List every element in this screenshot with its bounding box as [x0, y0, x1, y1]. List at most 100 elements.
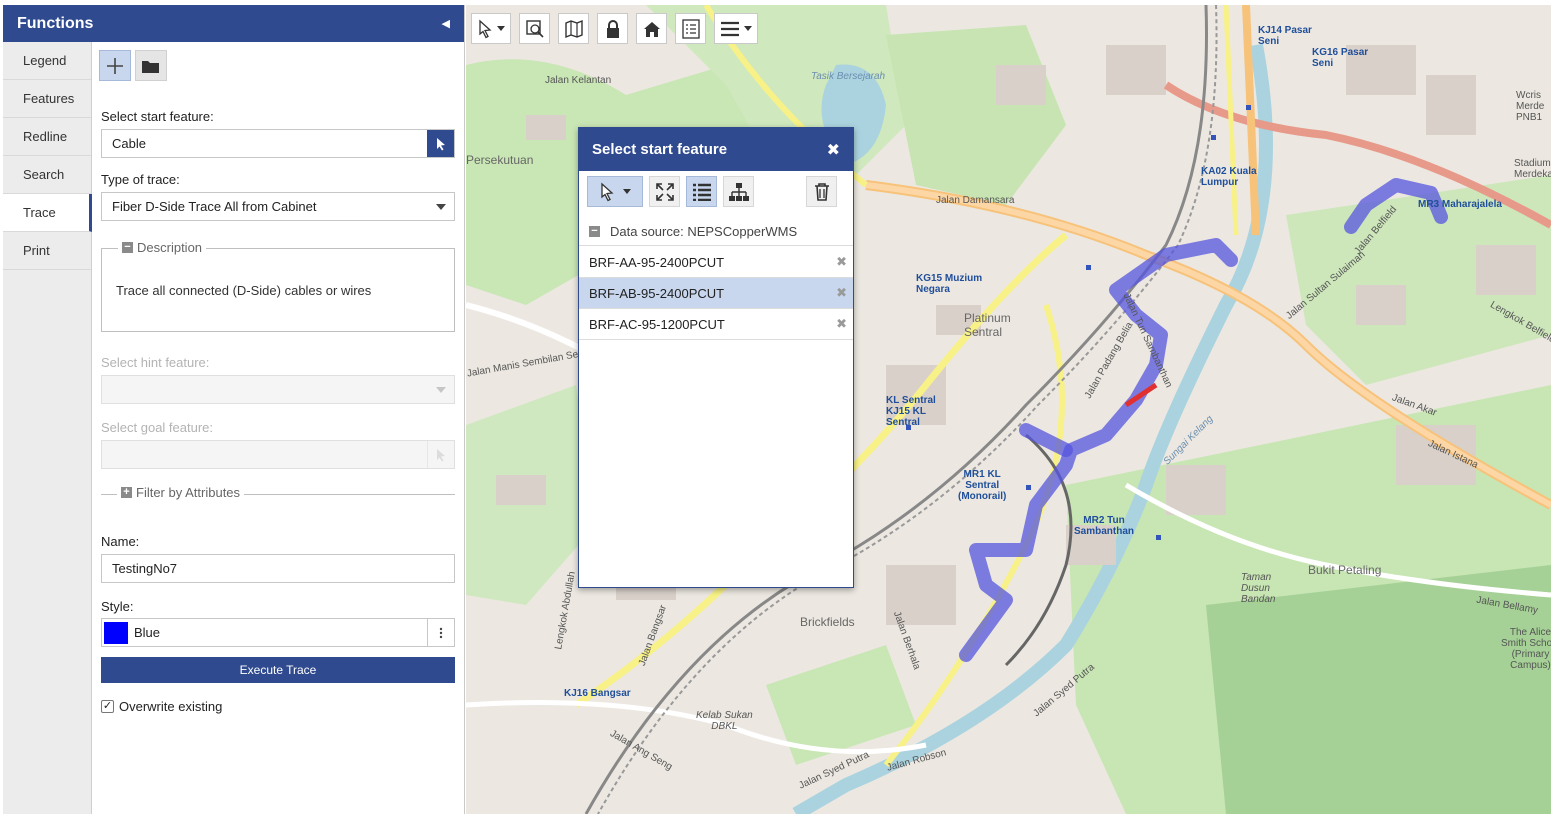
- hint-feature-input[interactable]: [101, 375, 455, 404]
- map-layers-button[interactable]: [558, 13, 589, 44]
- trash-icon: [814, 182, 829, 201]
- style-value: Blue: [134, 625, 161, 640]
- plus-icon: [107, 57, 123, 74]
- trace-type-select[interactable]: Fiber D-Side Trace All from Cabinet: [101, 192, 455, 221]
- map-label-menara: Wcris Merde PNB1: [1516, 90, 1545, 123]
- datasource-label: Data source: NEPSCopperWMS: [610, 224, 798, 239]
- tab-label: Search: [23, 167, 65, 182]
- hint-feature-dropdown[interactable]: [427, 376, 454, 403]
- collapse-panel-icon[interactable]: ◀: [442, 17, 450, 30]
- remove-result-icon[interactable]: ✖: [836, 285, 847, 301]
- collapse-square-icon: −: [589, 226, 600, 237]
- close-icon[interactable]: ✖: [827, 140, 840, 160]
- goal-feature-input[interactable]: [101, 440, 455, 469]
- functions-header: Functions ◀: [3, 5, 464, 42]
- legend-list-button[interactable]: [675, 13, 706, 44]
- dialog-title: Select start feature: [592, 141, 728, 158]
- tab-legend[interactable]: Legend: [3, 42, 91, 80]
- menu-button[interactable]: [714, 13, 758, 44]
- expand-icon: [655, 182, 674, 201]
- tab-search[interactable]: Search: [3, 156, 91, 194]
- home-button[interactable]: [636, 13, 667, 44]
- new-trace-button[interactable]: [99, 50, 131, 81]
- result-row[interactable]: BRF-AC-95-1200PCUT ✖: [579, 309, 853, 340]
- functions-title: Functions: [17, 14, 94, 32]
- map-label-platinum: Platinum Sentral: [964, 311, 1011, 339]
- map-toolbar: [471, 13, 758, 44]
- result-label: BRF-AC-95-1200PCUT: [589, 316, 725, 332]
- pick-start-feature-button[interactable]: [427, 130, 454, 157]
- map-label-jalan-damansara: Jalan Damansara: [936, 195, 1015, 206]
- description-legend[interactable]: − Description: [118, 240, 207, 255]
- collapse-square-icon: −: [122, 242, 133, 253]
- pick-goal-feature-button[interactable]: [427, 441, 454, 468]
- book-map-icon: [565, 19, 583, 38]
- trace-type-dropdown[interactable]: [427, 193, 454, 220]
- tab-redline[interactable]: Redline: [3, 118, 91, 156]
- map-label-bukit-petaling: Bukit Petaling: [1308, 563, 1382, 577]
- map-label-kg15-text: KG15 Muzium Negara: [916, 273, 983, 295]
- name-input[interactable]: TestingNo7: [101, 554, 455, 583]
- name-label: Name:: [101, 534, 140, 549]
- map-label-taman-dusun: Taman Dusun Bandan: [1241, 572, 1276, 605]
- pointer-icon: [479, 19, 492, 38]
- color-swatch: [104, 621, 128, 644]
- map-label-kelab-sukan: Kelab Sukan DBKL: [696, 710, 753, 732]
- overwrite-row[interactable]: ✓ Overwrite existing: [101, 699, 222, 714]
- zoom-to-features-button[interactable]: [649, 176, 680, 207]
- result-row[interactable]: BRF-AA-95-2400PCUT ✖: [579, 247, 853, 278]
- datasource-group[interactable]: − Data source: NEPSCopperWMS: [579, 218, 853, 246]
- dialog-toolbar: [587, 176, 837, 207]
- pointer-icon: [601, 182, 614, 201]
- open-trace-button[interactable]: [135, 50, 167, 81]
- description-text: Trace all connected (D-Side) cables or w…: [116, 283, 372, 298]
- overwrite-checkbox[interactable]: ✓: [101, 700, 114, 713]
- map-label-mr2: MR2 Tun Sambanthan: [1074, 515, 1135, 537]
- list-icon: [692, 183, 711, 201]
- tree-view-button[interactable]: [723, 176, 754, 207]
- overwrite-label: Overwrite existing: [119, 699, 223, 714]
- remove-result-icon[interactable]: ✖: [836, 254, 847, 270]
- style-options-button[interactable]: [427, 619, 454, 646]
- select-start-feature-dialog: Select start feature ✖ − Data source: NE…: [578, 127, 854, 588]
- chevron-down-icon: [435, 386, 446, 393]
- description-fieldset: − Description Trace all connected (D-Sid…: [101, 240, 455, 332]
- name-value: TestingNo7: [112, 561, 178, 576]
- clear-selection-button[interactable]: [806, 176, 837, 207]
- map-label-mr1: MR1 KL Sentral (Monorail): [958, 469, 1007, 502]
- map-label-kg16: KG16 Pasar Seni: [1312, 47, 1369, 69]
- start-feature-input[interactable]: Cable: [101, 129, 455, 158]
- style-picker[interactable]: Blue: [101, 618, 455, 647]
- expand-square-icon: +: [121, 487, 132, 498]
- filter-title: Filter by Attributes: [136, 485, 241, 500]
- lock-icon: [606, 19, 619, 38]
- start-feature-value: Cable: [112, 136, 146, 151]
- tab-label: Trace: [23, 205, 56, 220]
- remove-result-icon[interactable]: ✖: [836, 316, 847, 332]
- tab-trace[interactable]: Trace: [3, 194, 92, 232]
- trace-toolbar: [99, 50, 167, 81]
- map-label-tasik: Tasik Bersejarah: [811, 71, 886, 82]
- list-view-button[interactable]: [686, 176, 717, 207]
- filter-legend[interactable]: + Filter by Attributes: [117, 485, 245, 500]
- start-feature-label: Select start feature:: [101, 109, 214, 124]
- dialog-select-tool-button[interactable]: [587, 176, 643, 207]
- result-row-selected[interactable]: BRF-AB-95-2400PCUT ✖: [579, 278, 853, 309]
- functions-panel: Functions ◀ Legend Features Redline Sear…: [3, 5, 465, 814]
- lock-button[interactable]: [597, 13, 628, 44]
- select-tool-button[interactable]: [471, 13, 511, 44]
- map-label-ka02: KA02 Kuala Lumpur: [1201, 166, 1257, 188]
- tab-print[interactable]: Print: [3, 232, 91, 270]
- map-label-alice-smith: The Alice Smith School (Primary Campus): [1501, 627, 1551, 671]
- hint-feature-label: Select hint feature:: [101, 355, 210, 370]
- cursor-arrow-icon: [437, 448, 445, 461]
- zoom-box-button[interactable]: [519, 13, 550, 44]
- cursor-arrow-icon: [436, 137, 445, 150]
- trace-form: Select start feature: Cable Type of trac…: [99, 42, 459, 814]
- execute-trace-button[interactable]: Execute Trace: [101, 657, 455, 683]
- tab-features[interactable]: Features: [3, 80, 91, 118]
- chevron-down-icon: [497, 26, 505, 31]
- map-label-persekutuan: Persekutuan: [466, 153, 534, 167]
- map-label-kg15: KG15 Muzium Negara: [916, 273, 982, 295]
- chevron-down-icon: [435, 203, 446, 210]
